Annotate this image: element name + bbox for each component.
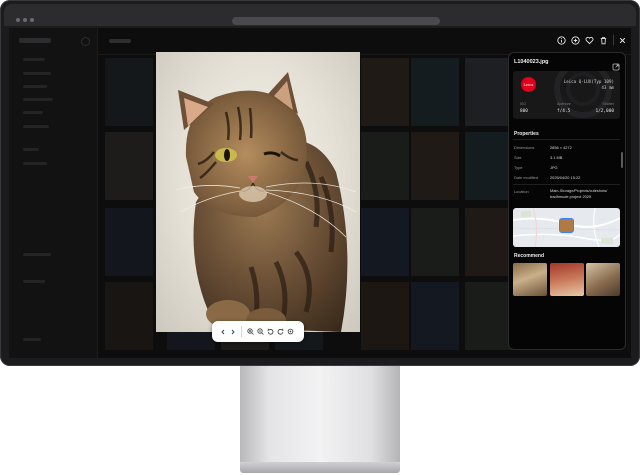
gallery-thumbnail — [361, 132, 409, 200]
shutter-value: 1/2,000 — [595, 109, 614, 114]
search-icon — [81, 37, 90, 46]
sidebar-item — [23, 280, 45, 283]
properties-heading: Properties — [514, 131, 539, 137]
prop-label-size: Size — [514, 155, 522, 160]
iso-label: ISO — [520, 102, 527, 106]
properties-divider — [513, 139, 620, 140]
gallery-thumbnail — [361, 208, 409, 276]
prop-value-type: JPG — [550, 165, 558, 170]
gallery-thumbnail — [465, 58, 513, 126]
exif-card: Leica Leica Q-LUX(Typ 109) 43 mm ISO 800… — [513, 71, 620, 119]
close-icon[interactable] — [618, 35, 628, 45]
gallery-title — [109, 39, 131, 43]
zoom-out-icon[interactable] — [255, 321, 265, 342]
recommend-thumb-2[interactable] — [549, 263, 584, 296]
location-divider — [513, 184, 620, 185]
trash-icon[interactable] — [599, 35, 609, 45]
gallery-thumbnail — [105, 208, 153, 276]
prop-label-type: Type — [514, 165, 523, 170]
panel-scrollbar[interactable] — [621, 152, 623, 168]
gallery-thumbnail — [105, 58, 153, 126]
info-icon[interactable] — [556, 35, 566, 45]
gallery-thumbnail — [361, 58, 409, 126]
favorite-icon[interactable] — [584, 35, 594, 45]
gallery-thumbnail — [361, 282, 409, 350]
shutter-label: Shutter — [602, 102, 614, 106]
sidebar-item — [23, 111, 43, 114]
monitor-stand — [240, 366, 400, 464]
gallery-thumbnail — [411, 58, 459, 126]
cat-image — [175, 72, 357, 332]
add-icon[interactable] — [570, 35, 580, 45]
toolbar-divider — [241, 326, 242, 337]
sidebar-item — [23, 162, 47, 165]
recommend-thumb-1[interactable] — [513, 263, 547, 296]
viewer-actions — [556, 33, 628, 47]
window-dot-1 — [16, 18, 20, 22]
app-screen: L1040023.jpg Leica Leica Q-LUX(Typ 109) … — [9, 28, 631, 358]
camera-model: Leica Q-LUX(Typ 109) — [563, 79, 614, 84]
window-dot-2 — [23, 18, 27, 22]
reset-zoom-icon[interactable] — [285, 321, 295, 342]
chevron-left-icon[interactable] — [218, 321, 228, 342]
address-bar-placeholder — [232, 17, 440, 25]
chevron-right-icon[interactable] — [228, 321, 238, 342]
prop-value-location-line1[interactable]: Main-Storage/Projects/cuteshots/ — [550, 188, 607, 194]
sidebar-item — [23, 98, 53, 101]
leica-logo: Leica — [521, 77, 536, 92]
prop-value-size: 3.1 MB — [550, 155, 563, 160]
viewer-toolbar — [212, 321, 304, 342]
gallery-thumbnail — [411, 282, 459, 350]
aperture-value: f/4.5 — [557, 109, 571, 114]
prop-label-dimensions: Dimensions — [514, 145, 535, 150]
aperture-label: Aperture — [557, 102, 571, 106]
zoom-in-icon[interactable] — [245, 321, 255, 342]
gallery-thumbnail — [465, 208, 513, 276]
sidebar-item — [23, 253, 51, 256]
location-map[interactable] — [513, 208, 620, 247]
gallery-topbar — [98, 28, 631, 55]
iso-value: 800 — [520, 109, 528, 114]
sidebar-item — [23, 58, 45, 61]
prop-value-dimensions: 2856 × 4272 — [550, 145, 572, 150]
map-location-pin[interactable] — [559, 218, 574, 233]
info-panel: L1040023.jpg Leica Leica Q-LUX(Typ 109) … — [508, 52, 626, 350]
main-photo[interactable] — [156, 52, 360, 332]
gallery-thumbnail — [411, 132, 459, 200]
open-external-icon[interactable] — [612, 58, 620, 71]
sidebar-item — [23, 338, 41, 341]
recommend-thumb-3[interactable] — [586, 263, 620, 296]
prop-value-date-modified: 2025/04/20 15:22 — [550, 175, 581, 180]
sidebar — [9, 28, 98, 358]
sidebar-item — [23, 148, 39, 151]
gallery-thumbnail — [105, 132, 153, 200]
file-name: L1040023.jpg — [514, 59, 549, 65]
monitor-stand-foot — [240, 462, 400, 473]
gallery-thumbnail — [465, 282, 513, 350]
gallery-thumbnail — [105, 282, 153, 350]
sidebar-item — [23, 125, 49, 128]
prop-label-location: Location — [514, 189, 529, 194]
sidebar-item — [23, 72, 51, 75]
app-logo — [19, 38, 51, 43]
recommend-heading: Recommend — [514, 253, 545, 259]
actions-divider — [612, 35, 614, 45]
recommend-thumbnails — [513, 263, 620, 296]
gallery-thumbnail — [411, 208, 459, 276]
prop-value-location-line2[interactable]: tradhmude.project 2025 — [550, 194, 591, 200]
rotate-left-icon[interactable] — [265, 321, 275, 342]
prop-label-date-modified: Date modified — [514, 175, 539, 180]
window-dot-3 — [30, 18, 34, 22]
sidebar-item — [23, 85, 47, 88]
bezel-top-strip — [4, 4, 636, 26]
focal-length: 43 mm — [601, 85, 614, 90]
gallery-thumbnail — [465, 132, 513, 200]
rotate-right-icon[interactable] — [275, 321, 285, 342]
